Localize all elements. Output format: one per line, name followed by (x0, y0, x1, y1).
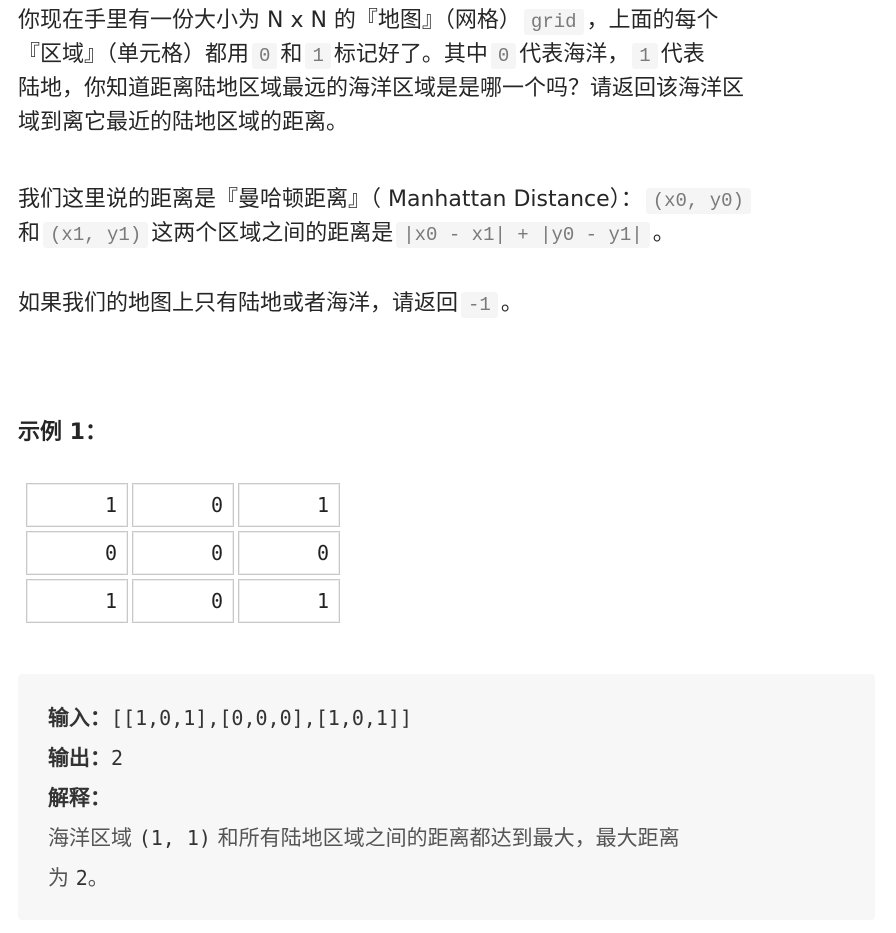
grid-row: 0 0 0 (26, 531, 340, 575)
explain-text: 。 (87, 866, 109, 890)
text-run: ，上面的每个 (586, 8, 719, 33)
grid-row: 1 0 1 (26, 483, 340, 527)
example-output: 输出：2 (48, 738, 845, 778)
inline-code-minus-one: -1 (461, 292, 498, 318)
inline-code-zero: 0 (490, 43, 517, 69)
text-run: 域到离它最近的陆地区域的距离。 (18, 110, 349, 135)
text-run: 代表 (660, 42, 705, 67)
inline-code-zero: 0 (252, 43, 278, 69)
example-explain-line: 海洋区域 (1, 1) 和所有陆地区域之间的距离都达到最大，最大距离 (48, 818, 845, 858)
inline-code-point1: (x1, y1) (43, 222, 149, 248)
text-run: 我们这里说的距离是『曼哈顿距离』（ Manhattan Distance）： (18, 187, 643, 212)
text-run: 代表海洋， (519, 42, 630, 67)
text-line: 和 (x1, y1) 这两个区域之间的距离是 |x0 - x1| + |y0 - y1… (18, 217, 878, 251)
example-block: 输入：[[1,0,1],[0,0,0],[1,0,1]] 输出：2 解释： 海洋… (18, 674, 875, 920)
output-value: 2 (111, 746, 124, 770)
text-line: 陆地，你知道距离陆地区域最远的海洋区域是是哪一个吗？请返回该海洋区 (18, 72, 878, 106)
example-explain-line: 为 2。 (48, 858, 845, 898)
inline-code-one: 1 (305, 43, 331, 69)
text-run: 如果我们的地图上只有陆地或者海洋，请返回 (18, 291, 459, 316)
grid-cell: 1 (26, 579, 128, 623)
inline-code-grid: grid (523, 9, 584, 35)
grid-cell: 0 (132, 483, 234, 527)
text-line: 域到离它最近的陆地区域的距离。 (18, 106, 878, 140)
example-heading: 示例 1： (18, 420, 107, 445)
example-explain-label: 解释： (48, 778, 845, 818)
paragraph-return: 如果我们的地图上只有陆地或者海洋，请返回 -1。 (18, 287, 878, 321)
grid-cell: 0 (132, 531, 234, 575)
text-run: 标记好了。其中 (333, 42, 488, 67)
grid-cell: 0 (238, 531, 340, 575)
text-run: 陆地，你知道距离陆地区域最远的海洋区域是是哪一个吗？请返回该海洋区 (18, 76, 745, 101)
text-line: 我们这里说的距离是『曼哈顿距离』（ Manhattan Distance）： (x… (18, 183, 878, 217)
text-run: 和 (280, 42, 303, 67)
explain-text: 为 (48, 866, 69, 890)
explain-text: 海洋区域 (48, 826, 132, 850)
paragraph-intro: 你现在手里有一份大小为 N x N 的『地图』（网格） grid ，上面的每个 『区… (18, 4, 878, 140)
text-run: 。 (652, 221, 675, 246)
text-run: 你现在手里有一份大小为 N x N 的『地图』（网格） (18, 8, 521, 33)
text-run: 这两个区域之间的距离是 (151, 221, 394, 246)
inline-code-point0: (x0, y0) (645, 188, 751, 214)
explain-code: 2 (75, 866, 88, 890)
text-line: 你现在手里有一份大小为 N x N 的『地图』（网格） grid ，上面的每个 (18, 4, 878, 38)
explain-text: 和所有陆地区域之间的距离都达到最大，最大距离 (217, 826, 680, 850)
text-line: 『区域』（单元格）都用 0 和 1 标记好了。其中 0 代表海洋， 1 代表 (18, 38, 878, 72)
text-run: 。 (500, 291, 523, 316)
text-line: 如果我们的地图上只有陆地或者海洋，请返回 -1。 (18, 287, 878, 321)
example-input: 输入：[[1,0,1],[0,0,0],[1,0,1]] (48, 698, 845, 738)
text-run: 和 (18, 221, 41, 246)
input-value: [[1,0,1],[0,0,0],[1,0,1]] (111, 706, 413, 730)
grid-cell: 1 (238, 579, 340, 623)
grid-row: 1 0 1 (26, 579, 340, 623)
text-run: 『区域』（单元格）都用 (18, 42, 250, 67)
input-label: 输入： (48, 705, 111, 730)
explain-code: (1, 1) (138, 826, 211, 850)
grid-cell: 1 (26, 483, 128, 527)
grid-cell: 1 (238, 483, 340, 527)
grid-cell: 0 (26, 531, 128, 575)
inline-code-formula: |x0 - x1| + |y0 - y1| (396, 222, 650, 248)
paragraph-distance: 我们这里说的距离是『曼哈顿距离』（ Manhattan Distance）： (x… (18, 183, 878, 251)
grid-cell: 0 (132, 579, 234, 623)
output-label: 输出： (48, 745, 111, 770)
inline-code-one: 1 (632, 43, 658, 69)
explain-label: 解释： (48, 785, 111, 810)
example-grid: 1 0 1 0 0 0 1 0 1 (22, 479, 344, 627)
